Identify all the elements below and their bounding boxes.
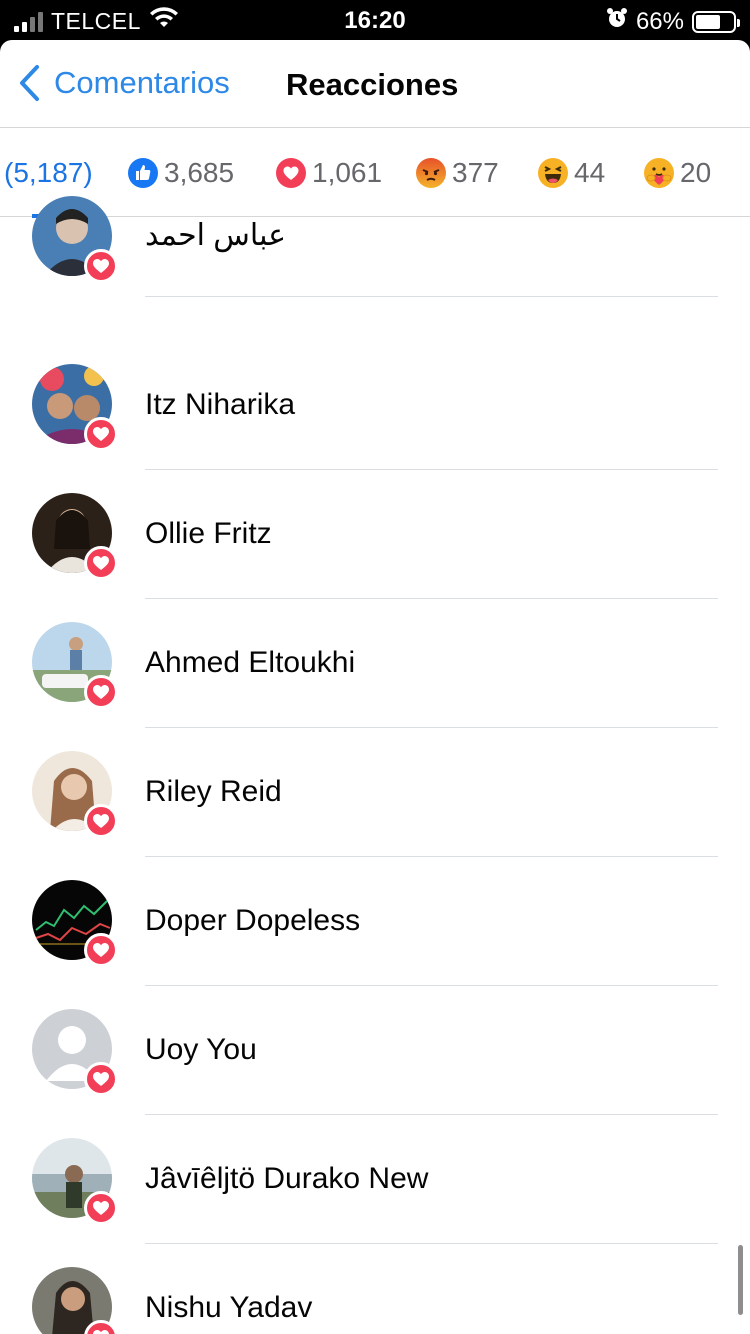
list-item[interactable]: Ahmed Eltoukhi <box>0 599 750 728</box>
person-name: Doper Dopeless <box>145 904 361 937</box>
love-icon <box>84 417 118 451</box>
battery-percent: 66% <box>635 7 684 35</box>
battery-icon <box>692 10 740 33</box>
list-item[interactable]: Ollie Fritz <box>0 470 750 599</box>
list-item[interactable]: Nishu Yadav <box>0 1244 750 1334</box>
list-item[interactable]: Doper Dopeless <box>0 857 750 986</box>
person-name: عباس احمد <box>145 219 287 252</box>
person-name: Itz Niharika <box>145 388 296 421</box>
alarm-icon <box>606 7 628 36</box>
love-icon <box>84 804 118 838</box>
love-icon <box>84 546 118 580</box>
love-icon <box>84 1062 118 1096</box>
chevron-left-icon <box>20 65 39 101</box>
page-title: Reacciones <box>286 67 459 102</box>
person-name: Nishu Yadav <box>145 1291 313 1324</box>
list-item[interactable]: Uoy You <box>0 986 750 1115</box>
list-item[interactable]: Jâvīêljtö Durako New <box>0 1115 750 1244</box>
reactions-sheet: Comentarios Reacciones (5,187) 3,685 1,0… <box>0 40 750 1334</box>
divider <box>145 296 718 297</box>
love-icon <box>84 933 118 967</box>
person-name: Jâvīêljtö Durako New <box>145 1162 429 1195</box>
back-label: Comentarios <box>54 65 230 100</box>
status-right: 66% <box>606 7 740 36</box>
love-icon <box>84 249 118 283</box>
person-name: Ahmed Eltoukhi <box>145 646 356 679</box>
list-item[interactable]: Itz Niharika <box>0 341 750 470</box>
person-name: Riley Reid <box>145 775 282 808</box>
status-bar: TELCEL 16:20 66% <box>0 0 750 40</box>
navigation-bar: Comentarios Reacciones <box>0 40 750 128</box>
back-button[interactable]: Comentarios <box>18 64 230 102</box>
person-name: Ollie Fritz <box>145 517 272 550</box>
scrollbar[interactable] <box>738 1245 743 1315</box>
love-icon <box>84 675 118 709</box>
list-item[interactable]: عباس احمد <box>0 174 750 303</box>
person-name: Uoy You <box>145 1033 257 1066</box>
list-item[interactable]: Riley Reid <box>0 728 750 857</box>
love-icon <box>84 1191 118 1225</box>
